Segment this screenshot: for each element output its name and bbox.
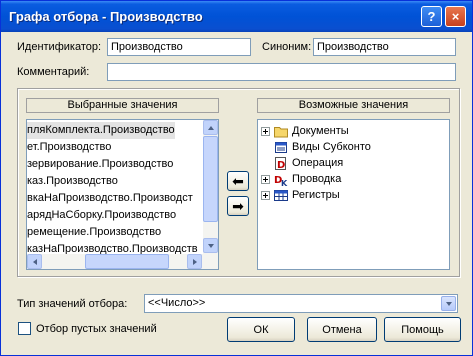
chevron-down-icon <box>445 301 452 306</box>
identifier-label: Идентификатор: <box>17 41 102 53</box>
posting-icon: DK <box>274 173 288 188</box>
filter-type-select[interactable]: <<Число>> <box>144 294 458 313</box>
dialog-window: Графа отбора - Производство ? × Идентифи… <box>0 0 473 356</box>
comment-field[interactable] <box>107 63 456 81</box>
selected-values-list[interactable]: пляКомплекта.Производство ет.Производство… <box>26 119 219 270</box>
scroll-up-button[interactable] <box>203 120 218 135</box>
arrow-down-icon <box>207 243 214 248</box>
registers-icon <box>274 189 288 202</box>
list-item[interactable]: арядНаСборку.Производство <box>27 207 203 224</box>
vertical-scroll-thumb[interactable] <box>203 136 218 222</box>
empty-filter-label: Отбор пустых значений <box>36 323 157 335</box>
list-item[interactable]: каз.Производство <box>27 173 203 190</box>
close-button[interactable]: × <box>445 6 466 27</box>
synonym-field[interactable]: Производство <box>313 38 456 56</box>
arrow-up-icon <box>207 125 214 130</box>
arrow-left-icon: ⬅ <box>232 172 244 189</box>
ok-button[interactable]: ОК <box>227 317 295 342</box>
identifier-field[interactable]: Производство <box>107 38 251 56</box>
remove-value-button[interactable]: ➡ <box>227 196 249 216</box>
possible-values-header: Возможные значения <box>257 98 450 113</box>
tree-item-label: Операция <box>292 157 344 169</box>
horizontal-scroll-thumb[interactable] <box>85 254 169 269</box>
title-bar[interactable]: Графа отбора - Производство ? × <box>1 1 472 32</box>
tree-item-subconto-types[interactable]: Виды Субконто <box>274 139 371 155</box>
expand-icon[interactable] <box>261 190 270 200</box>
scroll-right-button[interactable] <box>187 254 202 269</box>
tree-item-label: Виды Субконто <box>292 141 371 153</box>
help-title-button[interactable]: ? <box>421 6 442 27</box>
expand-icon[interactable] <box>261 126 270 136</box>
folder-icon <box>274 125 288 138</box>
add-value-button[interactable]: ⬅ <box>227 171 249 191</box>
filter-type-label: Тип значений отбора: <box>17 298 128 310</box>
list-item[interactable]: пляКомплекта.Производство <box>27 122 175 139</box>
empty-filter-checkbox[interactable] <box>18 322 31 335</box>
list-item[interactable]: ремещение.Производство <box>27 224 203 241</box>
window-title: Графа отбора - Производство <box>9 9 203 24</box>
selected-values-header: Выбранные значения <box>26 98 219 113</box>
subconto-types-icon <box>274 141 288 154</box>
tree-item-posting[interactable]: DK Проводка <box>261 171 342 188</box>
svg-text:D: D <box>277 160 285 170</box>
tree-item-label: Регистры <box>292 189 340 201</box>
comment-label: Комментарий: <box>17 66 90 78</box>
tree-item-label: Документы <box>292 125 349 137</box>
tree-item-operation[interactable]: D Операция <box>274 155 343 171</box>
synonym-label: Синоним: <box>262 41 312 53</box>
close-icon: × <box>451 9 460 24</box>
help-icon: ? <box>427 9 436 24</box>
arrow-left-icon <box>32 258 37 265</box>
dropdown-button[interactable] <box>441 296 456 311</box>
possible-values-tree[interactable]: Документы Виды Субконто D Операция DK Пр… <box>257 119 450 270</box>
list-item[interactable]: зервирование.Производство <box>27 156 203 173</box>
tree-item-label: Проводка <box>292 173 342 185</box>
arrow-right-icon <box>192 258 197 265</box>
scroll-left-button[interactable] <box>27 254 42 269</box>
cancel-button[interactable]: Отмена <box>307 317 377 342</box>
list-item[interactable]: ет.Производство <box>27 139 203 156</box>
scroll-down-button[interactable] <box>203 238 218 253</box>
arrow-right-icon: ➡ <box>232 197 244 214</box>
operation-icon: D <box>274 156 288 171</box>
list-item[interactable]: вкаНаПроизводство.Производст <box>27 190 203 207</box>
expand-icon[interactable] <box>261 174 270 184</box>
svg-text:K: K <box>281 179 288 186</box>
help-button[interactable]: Помощь <box>384 317 461 342</box>
tree-item-documents[interactable]: Документы <box>261 123 349 139</box>
selected-vertical-scrollbar[interactable] <box>203 120 218 254</box>
filter-type-value: <<Число>> <box>148 297 206 309</box>
selected-horizontal-scrollbar[interactable] <box>27 254 218 269</box>
tree-item-registers[interactable]: Регистры <box>261 187 340 203</box>
